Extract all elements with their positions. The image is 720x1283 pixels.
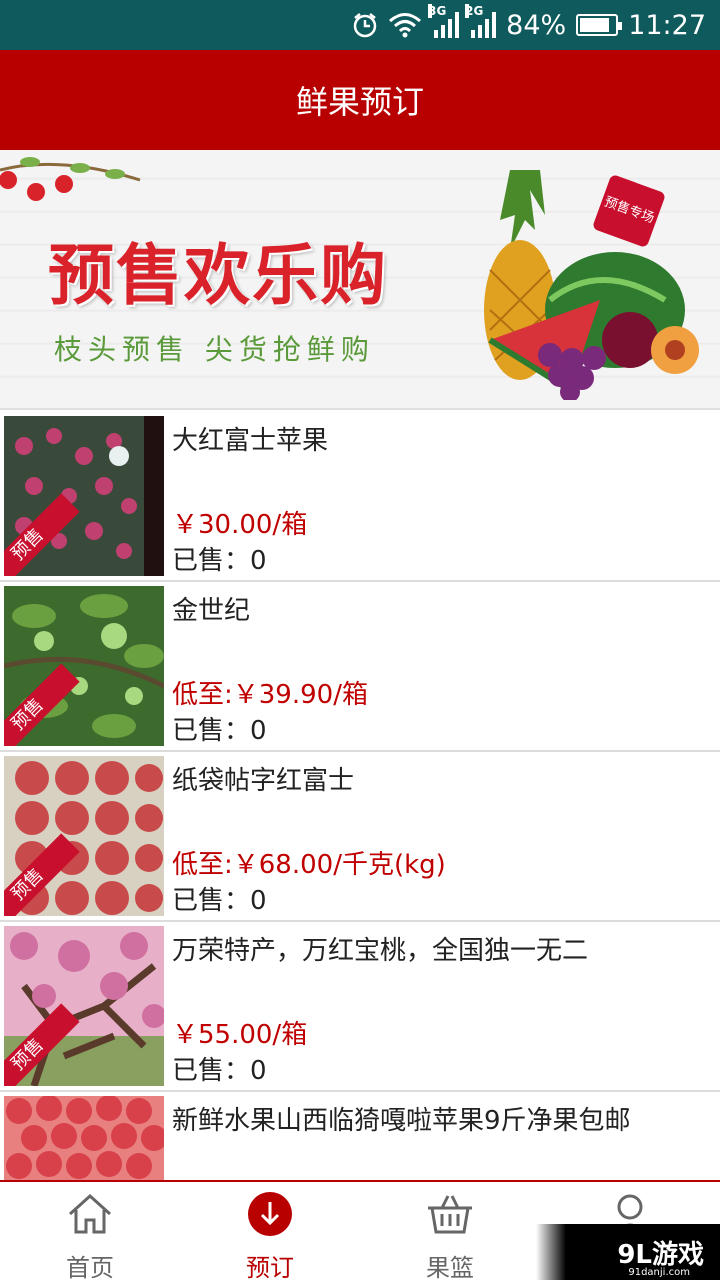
product-price: 低至:￥68.00/千克(kg) [172, 850, 446, 880]
product-name: 金世纪 [172, 596, 251, 626]
product-list[interactable]: 预售 大红富士苹果 ￥30.00/箱 已售：0 预售 金世纪 低至:￥39.90… [0, 412, 720, 1180]
signal-2g-icon: 2G [465, 4, 497, 38]
network-3g-label: 3G [428, 4, 447, 18]
fruit-illustration [484, 170, 699, 400]
product-name: 万荣特产，万红宝桃，全国独一无二 [172, 936, 589, 966]
watermark-logo: 9L游戏 [617, 1239, 704, 1270]
signal-3g-icon: 3G [428, 4, 460, 38]
product-sold: 已售：0 [172, 886, 267, 916]
home-icon [65, 1190, 115, 1238]
tab-reserve-label: 预订 [246, 1254, 294, 1282]
product-image-golden-century: 预售 [4, 586, 164, 746]
tab-basket[interactable]: 果篮 [360, 1182, 540, 1282]
product-image-gala-apples [4, 1096, 164, 1180]
banner-title: 预售欢乐购 [48, 236, 388, 314]
product-item[interactable]: 预售 万荣特产，万红宝桃，全国独一无二 ￥55.00/箱 已售：0 [0, 922, 720, 1092]
product-price: ￥55.00/箱 [172, 1020, 308, 1050]
banner-subtitle: 枝头预售 尖货抢鲜购 [54, 333, 375, 366]
download-circle-icon [245, 1190, 295, 1238]
product-sold: 已售：0 [172, 1056, 267, 1086]
product-name: 新鲜水果山西临猗嘎啦苹果9斤净果包邮 [172, 1106, 631, 1136]
alarm-icon [353, 13, 377, 38]
tab-basket-label: 果篮 [426, 1254, 474, 1282]
app-header: 鲜果预订 [0, 50, 720, 150]
product-item[interactable]: 预售 纸袋帖字红富士 低至:￥68.00/千克(kg) 已售：0 [0, 752, 720, 922]
basket-icon [425, 1190, 475, 1238]
product-sold: 已售：0 [172, 716, 267, 746]
battery-percent: 84% [506, 9, 567, 41]
product-name: 大红富士苹果 [172, 426, 329, 456]
apple-branch-decoration [0, 157, 141, 201]
product-price: ￥30.00/箱 [172, 510, 308, 540]
product-item[interactable]: 预售 金世纪 低至:￥39.90/箱 已售：0 [0, 582, 720, 752]
product-item[interactable]: 预售 大红富士苹果 ￥30.00/箱 已售：0 [0, 412, 720, 582]
battery-icon [576, 14, 623, 36]
tab-home-label: 首页 [66, 1254, 114, 1282]
wifi-icon [389, 13, 422, 38]
status-bar: 3G 2G 84% 11:27 [0, 0, 720, 50]
product-image-boxed-apples: 预售 [4, 756, 164, 916]
product-sold: 已售：0 [172, 546, 267, 576]
promo-banner[interactable]: 预售欢乐购 枝头预售 尖货抢鲜购 预售专场 [0, 150, 720, 410]
product-image-red-fuji-orchard: 预售 [4, 416, 164, 576]
page-title: 鲜果预订 [295, 83, 424, 121]
product-item[interactable]: 新鲜水果山西临猗嘎啦苹果9斤净果包邮 [0, 1092, 720, 1180]
network-2g-label: 2G [465, 4, 484, 18]
tab-home[interactable]: 首页 [0, 1182, 180, 1282]
status-time: 11:27 [628, 9, 706, 41]
tab-reserve[interactable]: 预订 [180, 1182, 360, 1282]
product-name: 纸袋帖字红富士 [172, 766, 355, 796]
site-watermark: 9L游戏 91danji.com [536, 1224, 720, 1280]
product-image-peach-blossom: 预售 [4, 926, 164, 1086]
product-price: 低至:￥39.90/箱 [172, 680, 368, 710]
watermark-url: 91danji.com [628, 1267, 690, 1278]
